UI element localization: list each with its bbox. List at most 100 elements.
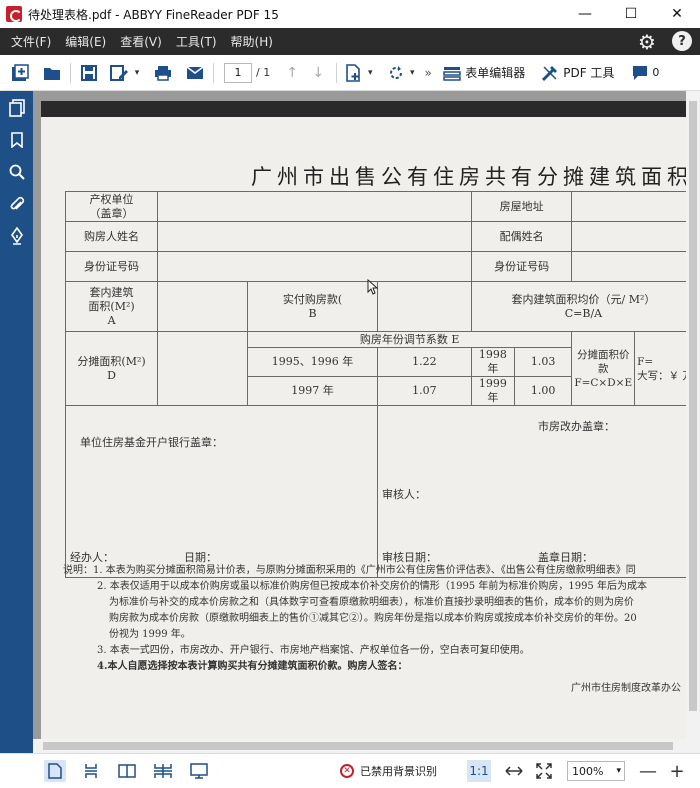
window-controls: — ☐ ✕ bbox=[562, 0, 700, 28]
owner-unit-value bbox=[157, 191, 472, 222]
zoom-out-button[interactable]: — bbox=[639, 761, 657, 782]
avg-price-label: 套内建筑面积均价（元/ M²） C=B/A bbox=[470, 281, 697, 332]
zoom-select[interactable]: 100% ▾ bbox=[567, 761, 625, 781]
year-1999: 1999 年 bbox=[470, 376, 515, 406]
shared-area-label: 分摊面积(M²) D bbox=[64, 331, 159, 406]
prev-page-arrow-icon[interactable]: ↑ bbox=[280, 60, 304, 86]
mouse-cursor-icon bbox=[367, 278, 379, 299]
zoom-value: 100% bbox=[572, 764, 604, 778]
coef-1995: 1.22 bbox=[376, 347, 472, 377]
toolbar-overflow-icon[interactable]: » bbox=[421, 60, 435, 86]
vertical-scrollbar-thumb[interactable] bbox=[689, 101, 697, 711]
spouse-id-value bbox=[571, 251, 696, 282]
year-1997: 1997 年 bbox=[247, 376, 378, 406]
comment-icon bbox=[633, 65, 648, 80]
note-line: 购房款为成本价房款（原缴款明细表上的售价①减其它②）。购房年份是指以成本价购房或… bbox=[109, 613, 637, 624]
form-editor-label: 表单编辑器 bbox=[465, 66, 526, 80]
signature-pen-icon[interactable] bbox=[6, 225, 28, 247]
attachment-icon[interactable] bbox=[6, 193, 28, 215]
issuing-bureau: 广州市住房制度改革办公 bbox=[571, 683, 681, 694]
horizontal-scrollbar-thumb[interactable] bbox=[43, 742, 673, 750]
note-line: 4.本人自愿选择按本表计算购买共有分摊建筑面积价款。购房人签名： bbox=[97, 661, 408, 672]
shared-area-value bbox=[157, 331, 249, 406]
paid-amount-label: 实付购房款(B bbox=[247, 281, 378, 332]
form-editor-button[interactable]: 表单编辑器 bbox=[443, 60, 525, 86]
two-page-view-icon[interactable] bbox=[116, 760, 138, 782]
full-screen-view-icon[interactable] bbox=[188, 760, 210, 782]
coef-1997: 1.07 bbox=[376, 376, 472, 406]
menu-help[interactable]: 帮助(H) bbox=[224, 33, 280, 50]
id-number-label: 身份证号码 bbox=[64, 251, 159, 282]
disabled-x-icon: ✕ bbox=[340, 764, 354, 778]
spouse-id-label: 身份证号码 bbox=[470, 251, 573, 282]
next-page-arrow-icon[interactable]: ↓ bbox=[306, 60, 330, 86]
zoom-dropdown-icon: ▾ bbox=[616, 766, 621, 776]
menu-bar: 文件(F) 编辑(E) 查看(V) 工具(T) 帮助(H) ⚙ ? bbox=[0, 28, 700, 55]
year-coef-label: 购房年份调节系数 E bbox=[247, 331, 573, 348]
pdf-tools-label: PDF 工具 bbox=[563, 66, 615, 80]
page-total: / 1 bbox=[256, 66, 271, 79]
document-view[interactable]: 广州市出售公有住房共有分摊建筑面积计价表 产权单位（盖章） 房屋地址 购房人姓名… bbox=[33, 91, 700, 739]
shared-price-label: 分摊面积价款 F=C×D×E bbox=[571, 331, 636, 406]
comments-button[interactable]: 0 bbox=[632, 60, 659, 86]
rotate-icon[interactable] bbox=[385, 60, 407, 86]
pdf-tools-button[interactable]: PDF 工具 bbox=[541, 60, 614, 86]
new-task-icon[interactable] bbox=[8, 60, 32, 86]
print-icon[interactable] bbox=[151, 60, 175, 86]
rotate-dropdown-icon[interactable]: ▾ bbox=[407, 60, 417, 86]
add-page-icon[interactable] bbox=[343, 60, 365, 86]
app-logo-icon bbox=[6, 6, 22, 22]
bank-stamp-label: 单位住房基金开户银行盖章： bbox=[80, 436, 223, 449]
save-as-icon[interactable] bbox=[107, 60, 131, 86]
buyer-name-value bbox=[157, 221, 472, 252]
minimize-button[interactable]: — bbox=[562, 0, 608, 28]
toolbar-separator bbox=[336, 62, 338, 83]
reform-office-section: 市房改办盖章： 审核人： 审核日期： 盖章日期： bbox=[376, 405, 697, 578]
save-dropdown-icon[interactable]: ▾ bbox=[131, 60, 143, 86]
scan-dark-edge bbox=[41, 101, 696, 117]
horizontal-scrollbar[interactable] bbox=[33, 739, 700, 753]
paid-amount-value bbox=[376, 281, 472, 332]
form-editor-icon bbox=[443, 66, 461, 81]
id-number-value bbox=[157, 251, 472, 282]
two-page-scroll-view-icon[interactable] bbox=[152, 760, 174, 782]
inner-area-label: 套内建筑 面积(M²) A bbox=[64, 281, 159, 332]
page-scroll-view-icon[interactable] bbox=[80, 760, 102, 782]
menu-file[interactable]: 文件(F) bbox=[4, 33, 58, 50]
main-toolbar: ▾ 1 / 1 ↑ ↓ ▾ ▾ » 表单编辑器 PDF 工具 0 bbox=[0, 55, 700, 91]
pages-icon[interactable] bbox=[6, 97, 28, 119]
fit-page-icon[interactable] bbox=[533, 760, 555, 782]
search-icon[interactable] bbox=[6, 161, 28, 183]
menu-view[interactable]: 查看(V) bbox=[113, 33, 169, 50]
open-folder-icon[interactable] bbox=[40, 60, 64, 86]
add-page-dropdown-icon[interactable]: ▾ bbox=[365, 60, 375, 86]
document-page: 广州市出售公有住房共有分摊建筑面积计价表 产权单位（盖章） 房屋地址 购房人姓名… bbox=[41, 101, 700, 739]
bookmark-icon[interactable] bbox=[6, 129, 28, 151]
toolbar-separator bbox=[213, 62, 214, 83]
close-button[interactable]: ✕ bbox=[654, 0, 700, 28]
single-page-view-icon[interactable] bbox=[44, 760, 66, 782]
reform-office-stamp-label: 市房改办盖章： bbox=[537, 420, 615, 433]
vertical-scrollbar[interactable] bbox=[686, 91, 700, 739]
title-bar: 待处理表格.pdf - ABBYY FineReader PDF 15 — ☐ … bbox=[0, 0, 700, 28]
actual-size-button[interactable]: 1:1 bbox=[467, 760, 491, 782]
document-title: 广州市出售公有住房共有分摊建筑面积计价表 bbox=[251, 165, 700, 189]
background-recognition-text: 已禁用背景识别 bbox=[360, 765, 437, 778]
owner-unit-label: 产权单位 （盖章） bbox=[64, 191, 159, 222]
maximize-button[interactable]: ☐ bbox=[608, 0, 654, 28]
page-number-input[interactable]: 1 bbox=[224, 62, 252, 83]
window-title: 待处理表格.pdf - ABBYY FineReader PDF 15 bbox=[28, 7, 279, 22]
house-address-label: 房屋地址 bbox=[470, 191, 573, 222]
menu-tools[interactable]: 工具(T) bbox=[169, 33, 224, 50]
background-recognition-status[interactable]: ✕ 已禁用背景识别 bbox=[340, 763, 437, 779]
coef-1998: 1.03 bbox=[513, 347, 573, 377]
fit-width-icon[interactable] bbox=[503, 760, 525, 782]
menu-edit[interactable]: 编辑(E) bbox=[58, 33, 113, 50]
settings-gear-icon[interactable]: ⚙ bbox=[636, 30, 658, 54]
note-line: 份视为 1999 年。 bbox=[109, 629, 191, 640]
save-icon[interactable] bbox=[77, 60, 101, 86]
zoom-in-button[interactable]: + bbox=[669, 761, 685, 782]
email-icon[interactable] bbox=[183, 60, 207, 86]
help-icon[interactable]: ? bbox=[672, 31, 692, 51]
house-address-value bbox=[571, 191, 696, 222]
